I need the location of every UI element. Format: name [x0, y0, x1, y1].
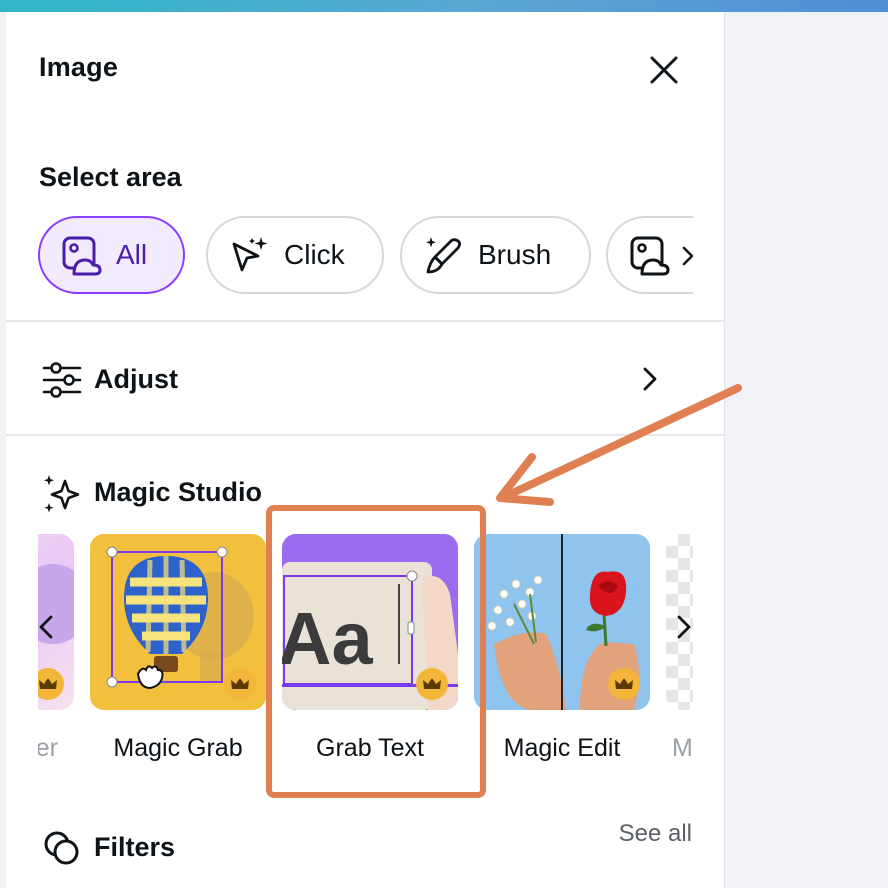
filters-label: Filters — [94, 832, 176, 862]
magic-brush-icon — [422, 234, 464, 276]
close-icon — [650, 56, 678, 84]
chevron-right-icon — [682, 246, 693, 266]
chips-scroll-right-button[interactable] — [678, 244, 693, 268]
svg-text:Aa: Aa — [282, 597, 373, 680]
panel-title: Image — [39, 52, 119, 82]
crown-icon — [224, 668, 256, 700]
magic-studio-carousel: er Magic Grab Aa Grab Text Magic Edit M — [38, 534, 693, 774]
magic-card-magic-edit[interactable]: Magic Edit — [474, 534, 650, 764]
sparkles-icon — [40, 472, 84, 516]
chip-brush-label: Brush — [478, 239, 552, 270]
chip-click-label: Click — [284, 239, 345, 270]
chevron-right-icon — [677, 615, 691, 639]
image-icon — [60, 234, 102, 276]
select-area-heading: Select area — [39, 162, 182, 192]
card-label: M — [672, 734, 693, 762]
crown-icon — [38, 668, 64, 700]
magic-studio-header: Magic Studio — [6, 464, 724, 524]
magic-card-grab-text[interactable]: Aa Grab Text — [282, 534, 458, 764]
close-button[interactable] — [642, 48, 686, 92]
magic-studio-label: Magic Studio — [94, 477, 262, 507]
card-thumbnail — [90, 534, 266, 710]
chevron-right-icon — [642, 366, 658, 397]
select-area-chips: All Click Brush — [38, 216, 693, 298]
image-icon — [628, 234, 670, 276]
card-label: Magic Edit — [503, 734, 621, 762]
adjust-row[interactable]: Adjust — [6, 324, 724, 436]
magic-card-magic-grab[interactable]: Magic Grab — [90, 534, 266, 764]
card-label: Grab Text — [316, 734, 424, 762]
card-label: Magic Grab — [113, 734, 243, 762]
magic-click-icon — [228, 234, 270, 276]
filters-row: Filters — [6, 816, 724, 876]
chip-all[interactable]: All — [38, 216, 185, 294]
card-thumbnail: Aa — [282, 534, 458, 710]
card-thumbnail — [474, 534, 650, 710]
chip-click[interactable]: Click — [206, 216, 384, 294]
divider — [6, 434, 724, 436]
chip-all-label: All — [116, 239, 148, 270]
carousel-next-button[interactable] — [668, 604, 700, 650]
see-all-filters-link[interactable]: See all — [619, 820, 692, 848]
chip-brush[interactable]: Brush — [400, 216, 591, 294]
divider — [6, 320, 724, 322]
filters-icon — [40, 826, 84, 870]
top-accent-bar — [0, 0, 888, 12]
carousel-prev-button[interactable] — [30, 604, 62, 650]
crown-icon — [608, 668, 640, 700]
adjust-label: Adjust — [94, 364, 178, 394]
sliders-icon — [40, 358, 84, 402]
card-label: er — [38, 734, 58, 762]
chevron-left-icon — [39, 615, 53, 639]
crown-icon — [416, 668, 448, 700]
